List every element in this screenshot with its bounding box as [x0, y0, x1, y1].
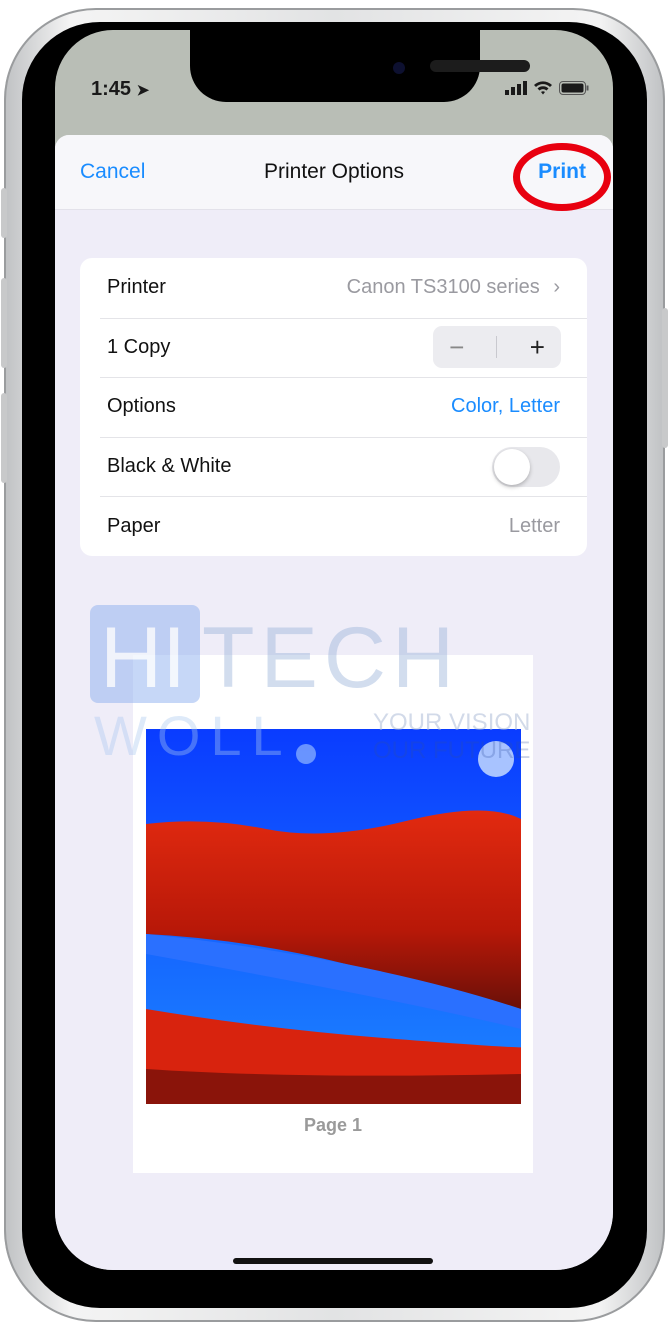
options-value[interactable]: Color, Letter	[451, 395, 560, 418]
home-indicator	[233, 1258, 433, 1264]
nav-bar: Cancel Printer Options Print	[55, 135, 613, 211]
battery-icon	[559, 80, 589, 95]
options-row[interactable]: Options Color, Letter	[80, 377, 587, 437]
page-number-label: Page 1	[303, 1115, 363, 1135]
screen: 1:45 ➤ Cancel Printer Options Print Prin…	[55, 30, 613, 1270]
copies-row: 1 Copy − +	[80, 317, 587, 378]
preview-image	[146, 729, 521, 1104]
status-time: 1:45 ➤	[91, 78, 150, 100]
options-list: Printer Canon TS3100 series › 1 Copy − +…	[80, 258, 587, 556]
wifi-icon	[534, 81, 552, 95]
location-arrow-icon: ➤	[136, 82, 150, 99]
copies-label: 1 Copy	[107, 335, 171, 358]
volume-down-button	[1, 393, 7, 483]
printer-value: Canon TS3100 series	[346, 276, 540, 299]
print-options-sheet: Cancel Printer Options Print Printer Can…	[55, 135, 613, 1270]
mute-switch	[1, 188, 7, 238]
camera	[393, 62, 405, 74]
paper-label: Paper	[107, 514, 161, 537]
signal-icon	[505, 80, 527, 95]
printer-label: Printer	[107, 276, 166, 299]
notch	[190, 30, 530, 102]
paper-value: Letter	[508, 514, 560, 537]
chevron-right-icon: ›	[553, 276, 560, 299]
volume-up-button	[1, 278, 7, 368]
options-label: Options	[107, 395, 176, 418]
printer-row[interactable]: Printer Canon TS3100 series ›	[80, 258, 587, 318]
black-white-toggle[interactable]	[492, 446, 560, 487]
highlight-circle	[513, 143, 611, 211]
side-button	[662, 308, 668, 448]
increment-button[interactable]: +	[530, 332, 545, 363]
black-white-row: Black & White	[80, 436, 587, 497]
copies-stepper: − +	[433, 326, 561, 369]
paper-row: Paper Letter	[80, 496, 587, 556]
print-preview-page[interactable]: Page 1	[133, 655, 533, 1173]
black-white-label: Black & White	[107, 455, 232, 478]
decrement-button[interactable]: −	[449, 332, 464, 363]
